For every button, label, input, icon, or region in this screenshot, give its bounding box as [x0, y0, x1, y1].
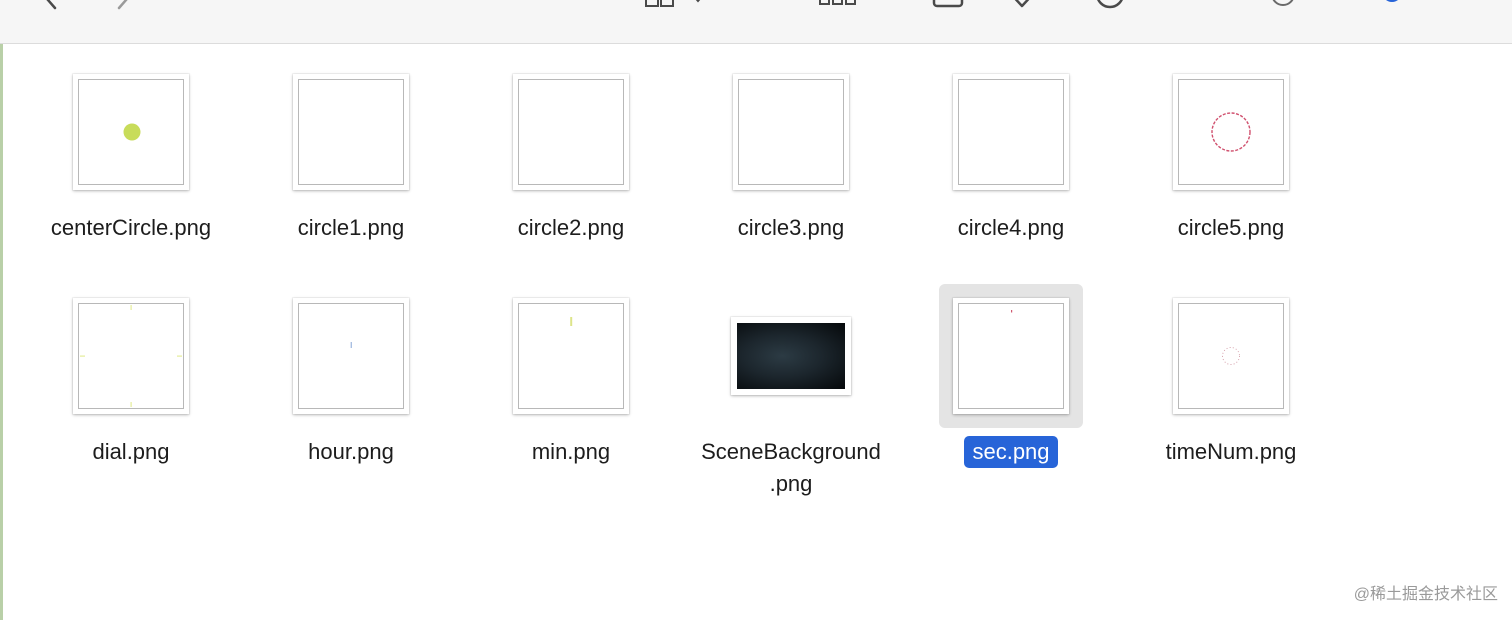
group-by-icon[interactable]: [818, 0, 858, 8]
file-thumbnail[interactable]: [1173, 298, 1289, 414]
file-thumbnail[interactable]: [73, 74, 189, 190]
file-icon-grid: centerCircle.png circle1.png circle2.png ci…: [0, 44, 1512, 620]
file-item[interactable]: SceneBackground .png: [681, 294, 901, 496]
hour-hand-preview: [350, 342, 352, 348]
scene-image-preview: [737, 323, 845, 389]
file-name: SceneBackground: [701, 439, 881, 464]
file-name: circle4.png: [957, 215, 1065, 240]
file-name-label[interactable]: hour.png: [241, 436, 461, 468]
file-thumbnail[interactable]: [733, 74, 849, 190]
thumbnail-area[interactable]: [59, 60, 203, 204]
more-actions-icon[interactable]: [1092, 0, 1128, 10]
file-name-label[interactable]: circle4.png: [901, 212, 1121, 244]
file-thumbnail[interactable]: [513, 298, 629, 414]
file-name-label[interactable]: circle1.png: [241, 212, 461, 244]
file-name-label[interactable]: timeNum.png: [1121, 436, 1341, 468]
file-thumbnail[interactable]: [731, 317, 851, 395]
second-hand-preview: [1011, 310, 1013, 313]
file-name-label[interactable]: circle5.png: [1121, 212, 1341, 244]
file-item[interactable]: circle5.png: [1121, 70, 1341, 270]
image-preview: [78, 303, 184, 409]
minute-hand-preview: [570, 317, 573, 326]
tag-icon[interactable]: [1005, 0, 1039, 12]
red-ring-preview: [1211, 112, 1251, 152]
file-item[interactable]: dial.png: [21, 294, 241, 494]
thumbnail-area[interactable]: [59, 284, 203, 428]
image-preview: [298, 303, 404, 409]
thumbnail-area[interactable]: [499, 284, 643, 428]
thumbnail-area[interactable]: [499, 60, 643, 204]
account-icon[interactable]: [1266, 0, 1300, 10]
thumbnail-area[interactable]: [279, 60, 423, 204]
file-item[interactable]: circle3.png: [681, 70, 901, 270]
image-preview: [298, 79, 404, 185]
file-name: circle1.png: [297, 215, 405, 240]
search-icon[interactable]: [1378, 0, 1408, 10]
file-item[interactable]: sec.png: [901, 284, 1121, 494]
file-thumbnail[interactable]: [1173, 74, 1289, 190]
file-item[interactable]: timeNum.png: [1121, 294, 1341, 494]
file-item[interactable]: circle4.png: [901, 70, 1121, 270]
file-name-label[interactable]: circle3.png: [681, 212, 901, 244]
thumbnail-area[interactable]: [939, 60, 1083, 204]
forward-icon[interactable]: [110, 0, 134, 12]
file-name: dial.png: [92, 439, 170, 464]
image-preview: [958, 79, 1064, 185]
file-name-label[interactable]: centerCircle.png: [21, 212, 241, 244]
file-name: timeNum.png: [1165, 439, 1297, 464]
file-item[interactable]: hour.png: [241, 294, 461, 494]
file-name-label[interactable]: sec.png: [901, 436, 1121, 468]
file-name: hour.png: [308, 439, 394, 464]
file-item[interactable]: min.png: [461, 294, 681, 494]
image-preview: [738, 79, 844, 185]
file-item[interactable]: circle2.png: [461, 70, 681, 270]
file-thumbnail[interactable]: [513, 74, 629, 190]
file-thumbnail[interactable]: [293, 298, 409, 414]
back-icon[interactable]: [40, 0, 64, 12]
chevron-down-icon[interactable]: [690, 0, 706, 6]
file-thumbnail[interactable]: [953, 74, 1069, 190]
image-preview: [958, 303, 1064, 409]
thumbnail-area[interactable]: [1159, 60, 1303, 204]
thumbnail-area[interactable]: [279, 284, 423, 428]
finder-toolbar: [0, 0, 1512, 44]
share-icon[interactable]: [930, 0, 966, 10]
selected-thumbnail-highlight[interactable]: [939, 284, 1083, 428]
file-name: sec.png: [964, 436, 1058, 468]
thumbnail-area[interactable]: [719, 284, 863, 428]
thumbnail-area[interactable]: [1159, 284, 1303, 428]
file-name-label[interactable]: dial.png: [21, 436, 241, 468]
file-name: min.png: [531, 439, 611, 464]
thumbnail-area[interactable]: [719, 60, 863, 204]
file-name: centerCircle.png: [50, 215, 212, 240]
file-name-label[interactable]: min.png: [461, 436, 681, 468]
image-preview: [518, 79, 624, 185]
file-item[interactable]: centerCircle.png: [21, 70, 241, 270]
dotted-ring-preview: [1222, 347, 1240, 365]
image-preview: [1178, 79, 1284, 185]
file-name: circle2.png: [517, 215, 625, 240]
file-thumbnail[interactable]: [73, 298, 189, 414]
file-thumbnail[interactable]: [953, 298, 1069, 414]
image-preview: [78, 79, 184, 185]
file-name-extension: .png: [769, 471, 813, 496]
file-name-label[interactable]: SceneBackground .png: [681, 436, 901, 500]
file-thumbnail[interactable]: [293, 74, 409, 190]
center-dot-preview: [123, 123, 141, 141]
file-name: circle5.png: [1177, 215, 1285, 240]
icon-view-grid-icon[interactable]: [645, 0, 675, 8]
file-item[interactable]: circle1.png: [241, 70, 461, 270]
image-preview: [518, 303, 624, 409]
dial-ticks-preview: [80, 305, 182, 407]
file-name: circle3.png: [737, 215, 845, 240]
file-name-label[interactable]: circle2.png: [461, 212, 681, 244]
watermark: @稀土掘金技术社区: [1353, 586, 1498, 603]
image-preview: [1178, 303, 1284, 409]
